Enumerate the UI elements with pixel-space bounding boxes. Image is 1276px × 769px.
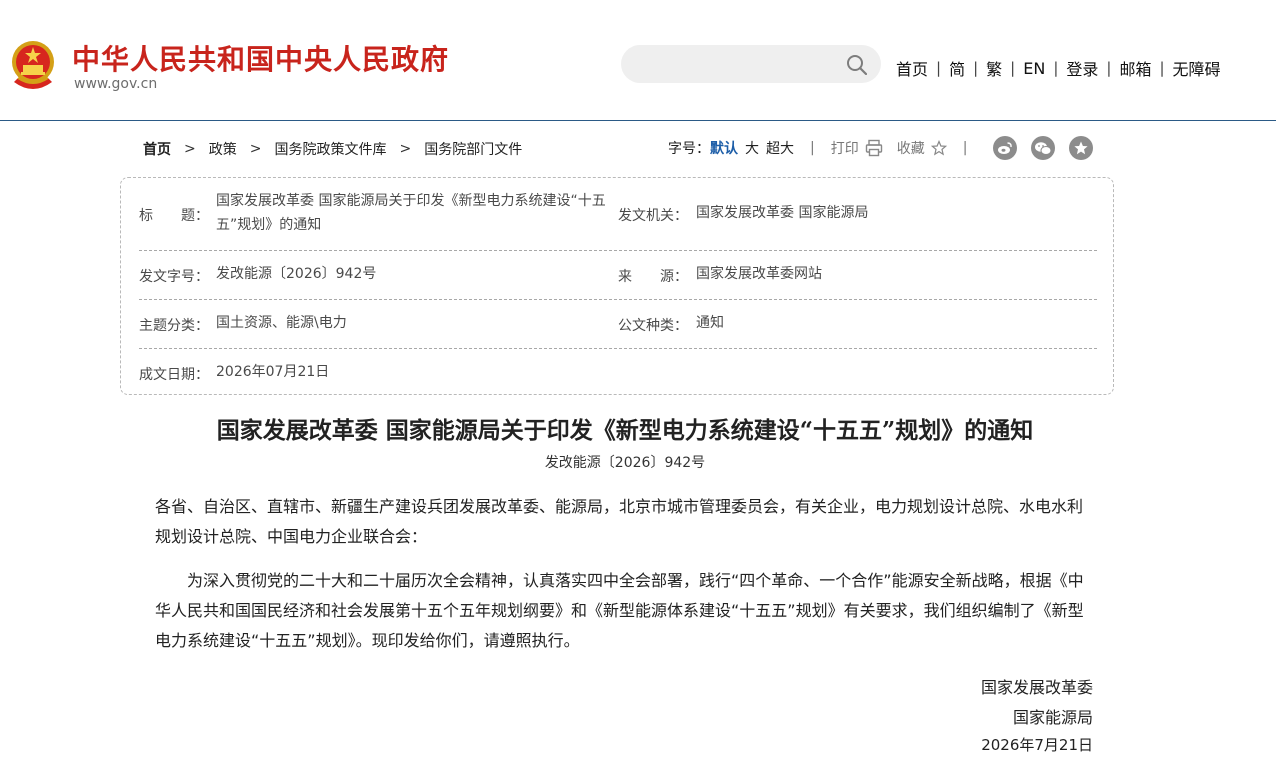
article-doc-number: 发改能源〔2026〕942号 [544,455,706,471]
chevron-right-icon: > [249,141,262,157]
article-tools: 字号： 默认 大 超大 | 打印 收藏 | [668,136,983,160]
signature-date: 2026年7月21日 [981,736,1093,754]
docno-value: 发改能源〔2026〕942号 [216,266,377,282]
info-row: 标 题： 国家发展改革委 国家能源局关于印发《新型电力系统建设“十五五”规划》的… [139,178,1097,251]
breadcrumb-policy-library[interactable]: 国务院政策文件库 [274,139,386,159]
font-size-large[interactable]: 大 [745,138,759,158]
printer-icon [865,139,882,157]
wechat-glyph-icon [1035,141,1052,155]
nav-home-link[interactable]: 首页 [896,56,928,80]
search-box[interactable] [621,45,881,83]
info-row: 发文字号： 发改能源〔2026〕942号 来 源： 国家发展改革委网站 [139,250,1097,300]
nav-mail-link[interactable]: 邮箱 [1119,56,1151,80]
print-button[interactable]: 打印 [831,138,883,158]
document-info-table: 标 题： 国家发展改革委 国家能源局关于印发《新型电力系统建设“十五五”规划》的… [120,177,1114,395]
type-label: 公文种类： [618,318,688,334]
share-icons [993,136,1107,160]
top-nav: 首页 | 简 | 繁 | EN | 登录 | 邮箱 | 无障碍 [896,56,1221,80]
star-icon[interactable] [1069,136,1093,160]
date-value: 2026年07月21日 [216,364,330,380]
signature-ndrc: 国家发展改革委 [980,678,1093,697]
nav-simplified-link[interactable]: 简 [949,56,965,80]
font-size-label: 字号： [668,141,710,157]
issuer-label: 发文机关： [618,208,688,224]
topic-value: 国土资源、能源\电力 [216,315,347,331]
article-addressee: 各省、自治区、直辖市、新疆生产建设兵团发展改革委、能源局，北京市城市管理委员会，… [155,497,1084,546]
print-label: 打印 [830,141,859,157]
docno-label: 发文字号： [139,269,209,285]
article-paragraph: 为深入贯彻党的二十大和二十届历次全会精神，认真落实四中全会部署，践行“四个革命、… [155,571,1084,650]
nav-separator: | [936,59,942,77]
nav-separator: | [1010,59,1016,77]
nav-separator: | [973,59,979,77]
source-label: 来 源： [618,269,688,285]
title-value: 国家发展改革委 国家能源局关于印发《新型电力系统建设“十五五”规划》的通知 [216,193,606,233]
info-row: 成文日期： 2026年07月21日 [139,348,1097,396]
info-row: 主题分类： 国土资源、能源\电力 公文种类： 通知 [139,299,1097,349]
site-title[interactable]: 中华人民共和国中央人民政府 [72,38,449,78]
chevron-right-icon: > [399,141,412,157]
nav-separator: | [1159,59,1165,77]
nav-accessibility-link[interactable]: 无障碍 [1173,56,1221,80]
issuer-value: 国家发展改革委 国家能源局 [696,205,869,221]
signature-nea: 国家能源局 [1012,708,1093,727]
breadcrumb-policy[interactable]: 政策 [209,139,237,159]
breadcrumb-department-docs[interactable]: 国务院部门文件 [424,139,522,159]
source-value: 国家发展改革委网站 [696,266,822,282]
font-size-xlarge[interactable]: 超大 [766,138,794,158]
tools-divider: | [962,140,968,156]
favorite-button[interactable]: 收藏 [897,138,947,158]
tools-divider: | [810,140,815,156]
star-outline-icon [930,140,947,156]
breadcrumb-home[interactable]: 首页 [143,139,171,159]
breadcrumb: 首页 > 政策 > 国务院政策文件库 > 国务院部门文件 [143,139,522,159]
type-value: 通知 [696,315,724,331]
title-label: 标 题： [139,208,209,224]
national-emblem-icon[interactable] [8,38,58,94]
search-icon[interactable] [846,54,867,75]
site-header: 中华人民共和国中央人民政府 www.gov.cn 首页 | 简 | 繁 | EN… [0,0,1276,121]
topic-label: 主题分类： [139,318,209,334]
site-domain: www.gov.cn [74,76,158,92]
chevron-right-icon: > [184,141,196,157]
weibo-icon[interactable] [993,136,1017,160]
wechat-icon[interactable] [1031,136,1055,160]
favorite-label: 收藏 [896,141,925,157]
date-label: 成文日期： [139,367,209,383]
nav-traditional-link[interactable]: 繁 [986,56,1002,80]
article-title: 国家发展改革委 国家能源局关于印发《新型电力系统建设“十五五”规划》的通知 [216,417,1034,444]
nav-separator: | [1053,59,1059,77]
nav-separator: | [1106,59,1112,77]
star-glyph-icon [1074,141,1088,155]
nav-english-link[interactable]: EN [1023,59,1045,78]
font-size-default[interactable]: 默认 [710,138,738,158]
search-input[interactable] [639,54,843,76]
weibo-glyph-icon [998,142,1012,154]
nav-login-link[interactable]: 登录 [1066,56,1098,80]
